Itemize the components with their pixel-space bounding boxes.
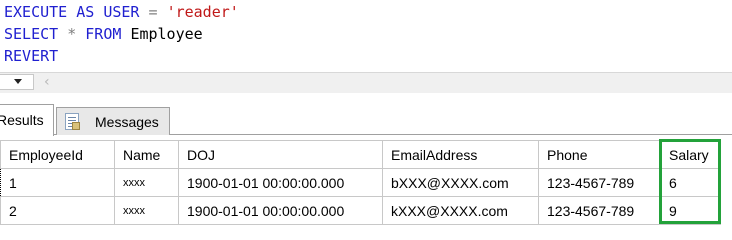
column-header-employeeid[interactable]: EmployeeId <box>0 140 115 169</box>
messages-icon <box>65 113 80 130</box>
table-row[interactable]: 1 xxxx 1900-01-01 00:00:00.000 bXXX@XXXX… <box>0 168 721 197</box>
grid-cell[interactable]: kXXX@XXXX.com <box>382 196 539 225</box>
grid-cell[interactable]: xxxx <box>114 168 179 197</box>
grid-cell[interactable]: 123-4567-789 <box>538 196 661 225</box>
header-row: EmployeeId Name DOJ EmailAddress Phone S… <box>0 140 721 169</box>
column-header-phone[interactable]: Phone <box>538 140 661 169</box>
operator: = <box>148 3 158 21</box>
grid-cell[interactable]: 123-4567-789 <box>538 168 661 197</box>
operator: * <box>67 25 77 43</box>
string-literal: 'reader' <box>166 3 239 21</box>
grid-cell[interactable]: xxxx <box>114 196 179 225</box>
grid-cell[interactable]: 9 <box>660 196 721 225</box>
grid-cell[interactable]: 1900-01-01 00:00:00.000 <box>178 196 383 225</box>
column-header-doj[interactable]: DOJ <box>178 140 383 169</box>
column-header-name[interactable]: Name <box>114 140 179 169</box>
grid-cell[interactable]: 1 <box>0 168 115 197</box>
grid-cell[interactable]: 1900-01-01 00:00:00.000 <box>178 168 383 197</box>
grid-cell[interactable]: bXXX@XXXX.com <box>382 168 539 197</box>
grid-cell[interactable]: 2 <box>0 196 115 225</box>
code-line-2: SELECT * FROM Employee <box>4 24 203 44</box>
keyword: REVERT <box>4 47 59 65</box>
column-header-salary[interactable]: Salary <box>660 140 721 169</box>
keyword: EXECUTE AS USER <box>4 3 140 21</box>
chevron-down-icon <box>14 79 22 84</box>
code-line-3: REVERT <box>4 46 58 66</box>
tab-messages-label: Messages <box>95 114 159 130</box>
results-grid[interactable]: EmployeeId Name DOJ EmailAddress Phone S… <box>0 140 721 225</box>
table-row[interactable]: 2 xxxx 1900-01-01 00:00:00.000 kXXX@XXXX… <box>0 196 721 225</box>
identifier: Employee <box>130 25 203 43</box>
tab-messages[interactable]: Messages <box>56 107 170 135</box>
code-line-1: EXECUTE AS USER = 'reader' <box>4 2 239 22</box>
grid-cell[interactable]: 6 <box>660 168 721 197</box>
keyword: SELECT <box>4 25 59 43</box>
scroll-left-icon[interactable]: ‹ <box>44 74 54 90</box>
tab-results-label: Results <box>0 112 44 128</box>
query-editor[interactable]: EXECUTE AS USER = 'reader' SELECT * FROM… <box>0 0 732 70</box>
editor-horizontal-scrollbar[interactable] <box>0 72 732 93</box>
zoom-dropdown[interactable] <box>0 74 34 90</box>
keyword: FROM <box>85 25 122 43</box>
tab-results[interactable]: Results <box>0 104 54 136</box>
column-header-emailaddress[interactable]: EmailAddress <box>382 140 539 169</box>
